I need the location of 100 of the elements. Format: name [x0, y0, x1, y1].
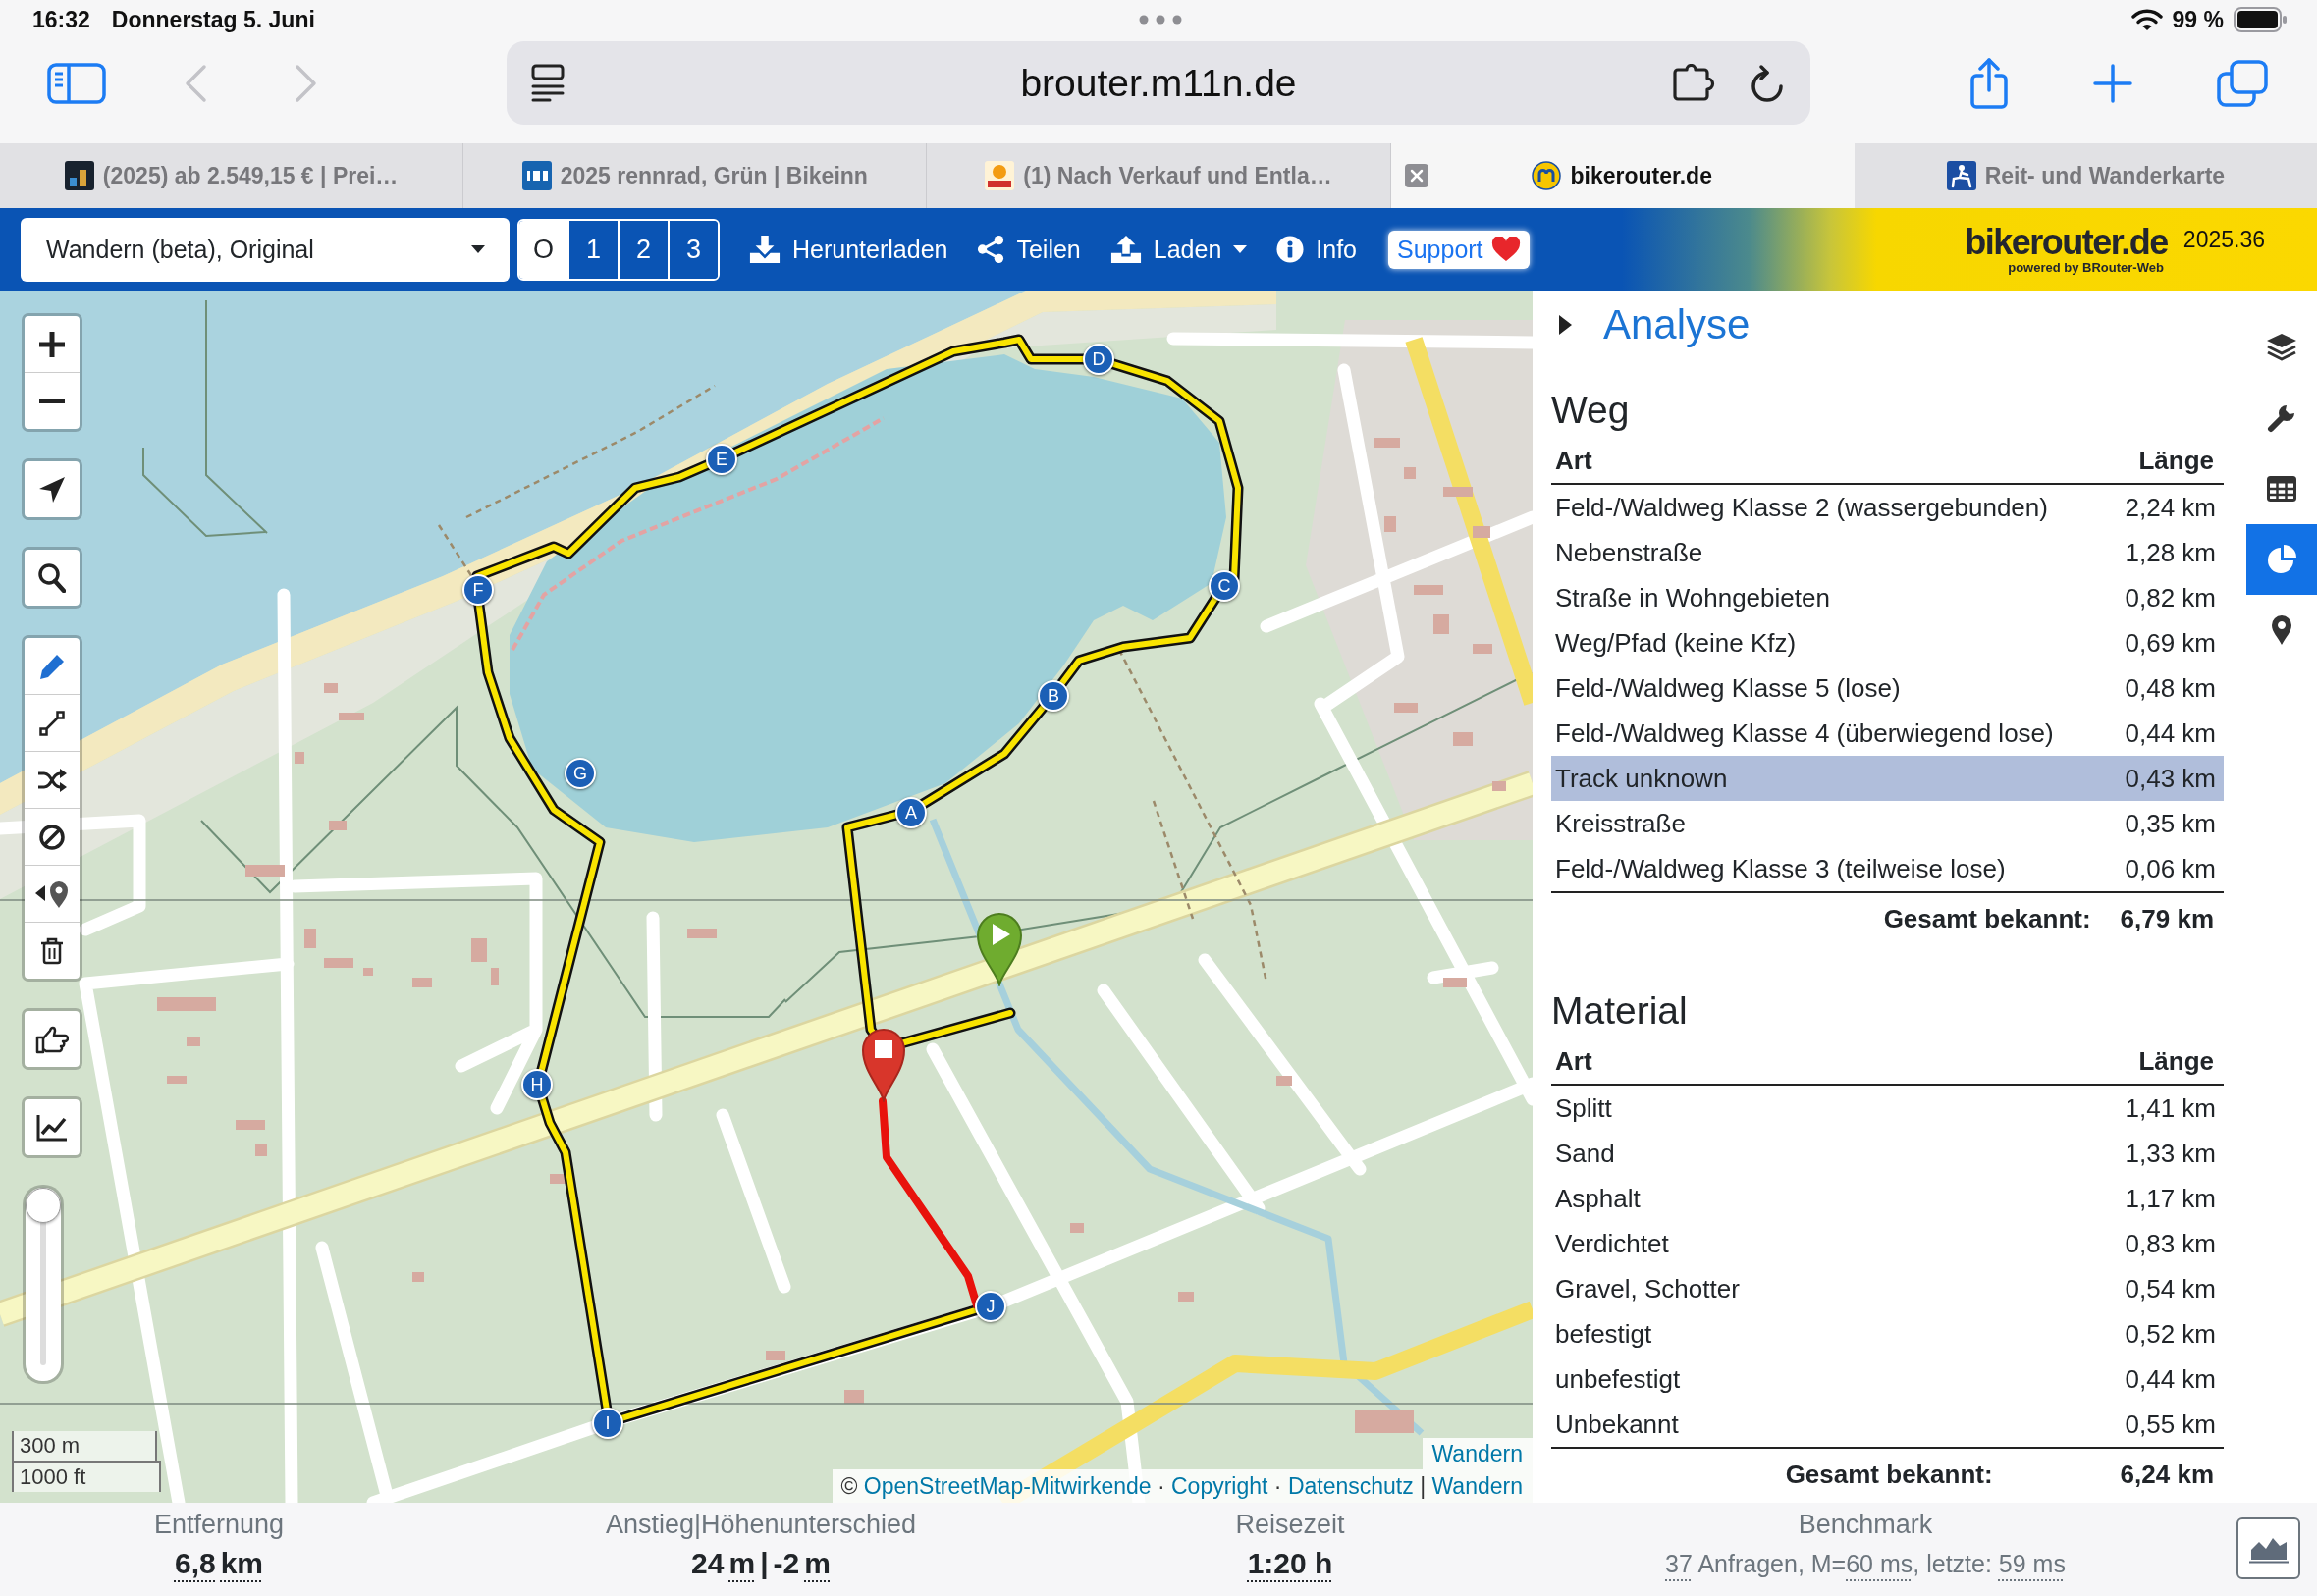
vertical-slider[interactable]	[23, 1185, 64, 1384]
attribution-link[interactable]: Datenschutz	[1287, 1473, 1414, 1499]
alternative-button[interactable]: O	[519, 220, 567, 279]
table-cell: 0,55 km	[2125, 1409, 2216, 1440]
site-icon	[1946, 161, 1976, 190]
table-cell: 1,17 km	[2125, 1183, 2216, 1214]
table-cell: 0,52 km	[2125, 1318, 2216, 1350]
end-pin-icon[interactable]	[861, 1028, 906, 1102]
share-icon[interactable]	[1967, 56, 2011, 110]
table-cell: Feld-/Waldweg Klasse 4 (überwiegend lose)	[1555, 718, 2054, 749]
version-label: 2025.36	[2182, 225, 2265, 253]
section-heading: Weg	[1551, 388, 1631, 433]
close-icon[interactable]	[1404, 164, 1428, 187]
map-pin-icon	[2271, 615, 2292, 645]
table-cell: unbefestigt	[1555, 1363, 1681, 1395]
site-icon	[64, 161, 94, 190]
column-header: Länge	[2138, 445, 2214, 476]
share-icon	[977, 235, 1005, 264]
table-cell: 0,48 km	[2125, 672, 2216, 704]
battery-icon	[2234, 7, 2288, 32]
browser-tab[interactable]: Reit- und Wanderkarte	[1854, 143, 2317, 208]
trash-icon	[40, 936, 64, 965]
scale-bar: 1000 ft	[12, 1461, 161, 1492]
multitasking-dots-icon[interactable]	[1138, 15, 1182, 25]
attribution-link[interactable]: Wandern	[1431, 1473, 1523, 1499]
logo-tagline: powered by BRouter-Web	[2008, 259, 2164, 275]
column-header: Art	[1555, 1045, 1592, 1077]
slider-thumb[interactable]	[26, 1188, 61, 1223]
table-cell: 1,28 km	[2125, 537, 2216, 568]
table-cell: 0,44 km	[2125, 1363, 2216, 1395]
table-cell: 0,44 km	[2125, 718, 2216, 749]
support-button[interactable]: Support	[1388, 230, 1530, 269]
total-value: 6,24 km	[2120, 1459, 2214, 1490]
stat-label: Benchmark	[1798, 1509, 1933, 1541]
start-pin-icon[interactable]	[976, 912, 1023, 986]
table-cell: 0,06 km	[2125, 853, 2216, 884]
status-date: Donnerstag 5. Juni	[111, 6, 315, 33]
column-header: Länge	[2138, 1045, 2214, 1077]
logo-text[interactable]: bikerouter.de	[1965, 224, 2168, 260]
total-value: 6,79 km	[2120, 903, 2214, 934]
table-cell: Sand	[1555, 1138, 1615, 1169]
attribution-text: © OpenStreetMap-Mitwirkende · Copyright · Datenschutz | Wandern	[833, 1469, 1533, 1503]
stat-label: Reisezeit	[1235, 1509, 1345, 1541]
table-cell: Splitt	[1555, 1092, 1612, 1124]
section-heading: Material	[1551, 988, 1689, 1034]
upload-icon	[1109, 234, 1142, 265]
table-cell: 0,54 km	[2125, 1273, 2216, 1304]
wifi-icon	[2130, 8, 2163, 31]
location-arrow-icon	[39, 476, 65, 503]
download-button[interactable]: Herunterladen	[749, 234, 948, 265]
reload-icon[interactable]	[1749, 62, 1786, 104]
marker-arrow-icon	[35, 879, 69, 908]
analysis-toggle-link[interactable]: Analyse	[1603, 301, 1751, 348]
table-cell: Kreisstraße	[1555, 808, 1686, 839]
table-cell: Nebenstraße	[1555, 537, 1703, 568]
search-icon	[38, 562, 66, 593]
caret-right-icon	[1559, 315, 1572, 335]
status-time: 16:32	[32, 6, 90, 33]
table-cell: befestigt	[1555, 1318, 1652, 1350]
info-button[interactable]: Info	[1276, 235, 1357, 264]
table-cell: Asphalt	[1555, 1183, 1641, 1214]
alternative-button[interactable]: 3	[668, 220, 718, 279]
load-button[interactable]: Laden	[1109, 234, 1248, 265]
table-cell: 1,33 km	[2125, 1138, 2216, 1169]
table-cell: Feld-/Waldweg Klasse 3 (teilweise lose)	[1555, 853, 2006, 884]
layer-name-link[interactable]: Wandern	[1422, 1438, 1533, 1469]
profile-select[interactable]: Wandern (beta), Original	[21, 217, 510, 282]
tabs-icon[interactable]	[2217, 59, 2268, 107]
attribution-link[interactable]: OpenStreetMap-Mitwirkende	[863, 1473, 1152, 1499]
wrench-icon	[2267, 403, 2296, 433]
reader-icon[interactable]	[530, 63, 566, 103]
battery-percentage: 99 %	[2172, 6, 2224, 33]
sidebar-icon[interactable]	[47, 62, 106, 104]
shuffle-icon	[37, 768, 67, 792]
info-icon	[1276, 236, 1305, 263]
table-cell: Verdichtet	[1555, 1228, 1669, 1259]
share-button[interactable]: Teilen	[977, 235, 1081, 264]
ban-icon	[39, 824, 65, 850]
line-chart-icon	[36, 1113, 68, 1142]
attribution-link[interactable]: Copyright	[1171, 1473, 1268, 1499]
table-cell: Feld-/Waldweg Klasse 5 (lose)	[1555, 672, 1901, 704]
table-cell: 0,83 km	[2125, 1228, 2216, 1259]
pie-chart-icon	[2267, 545, 2296, 574]
elevation-chart-button[interactable]	[2236, 1517, 2300, 1579]
table-cell: 0,82 km	[2125, 582, 2216, 613]
site-icon	[521, 161, 552, 190]
table-cell: 0,43 km	[2125, 763, 2216, 794]
table-cell: Feld-/Waldweg Klasse 2 (wassergebunden)	[1555, 492, 2048, 523]
browser-tab[interactable]: bikerouter.de	[1390, 143, 1855, 208]
caret-down-icon	[471, 245, 485, 253]
address-field[interactable]: brouter.m11n.de	[507, 41, 1810, 125]
puzzle-piece-icon[interactable]	[1672, 63, 1715, 103]
table-cell: 2,24 km	[2125, 492, 2216, 523]
table-cell: Weg/Pfad (keine Kfz)	[1555, 627, 1797, 659]
plus-icon[interactable]	[2093, 63, 2132, 103]
plus-icon	[39, 331, 65, 357]
stat-value: 6,8 km	[174, 1546, 264, 1581]
table-cell: Straße in Wohngebieten	[1555, 582, 1830, 613]
column-header: Art	[1555, 445, 1592, 476]
stat-label: Anstieg|Höhenunterschied	[605, 1509, 917, 1541]
